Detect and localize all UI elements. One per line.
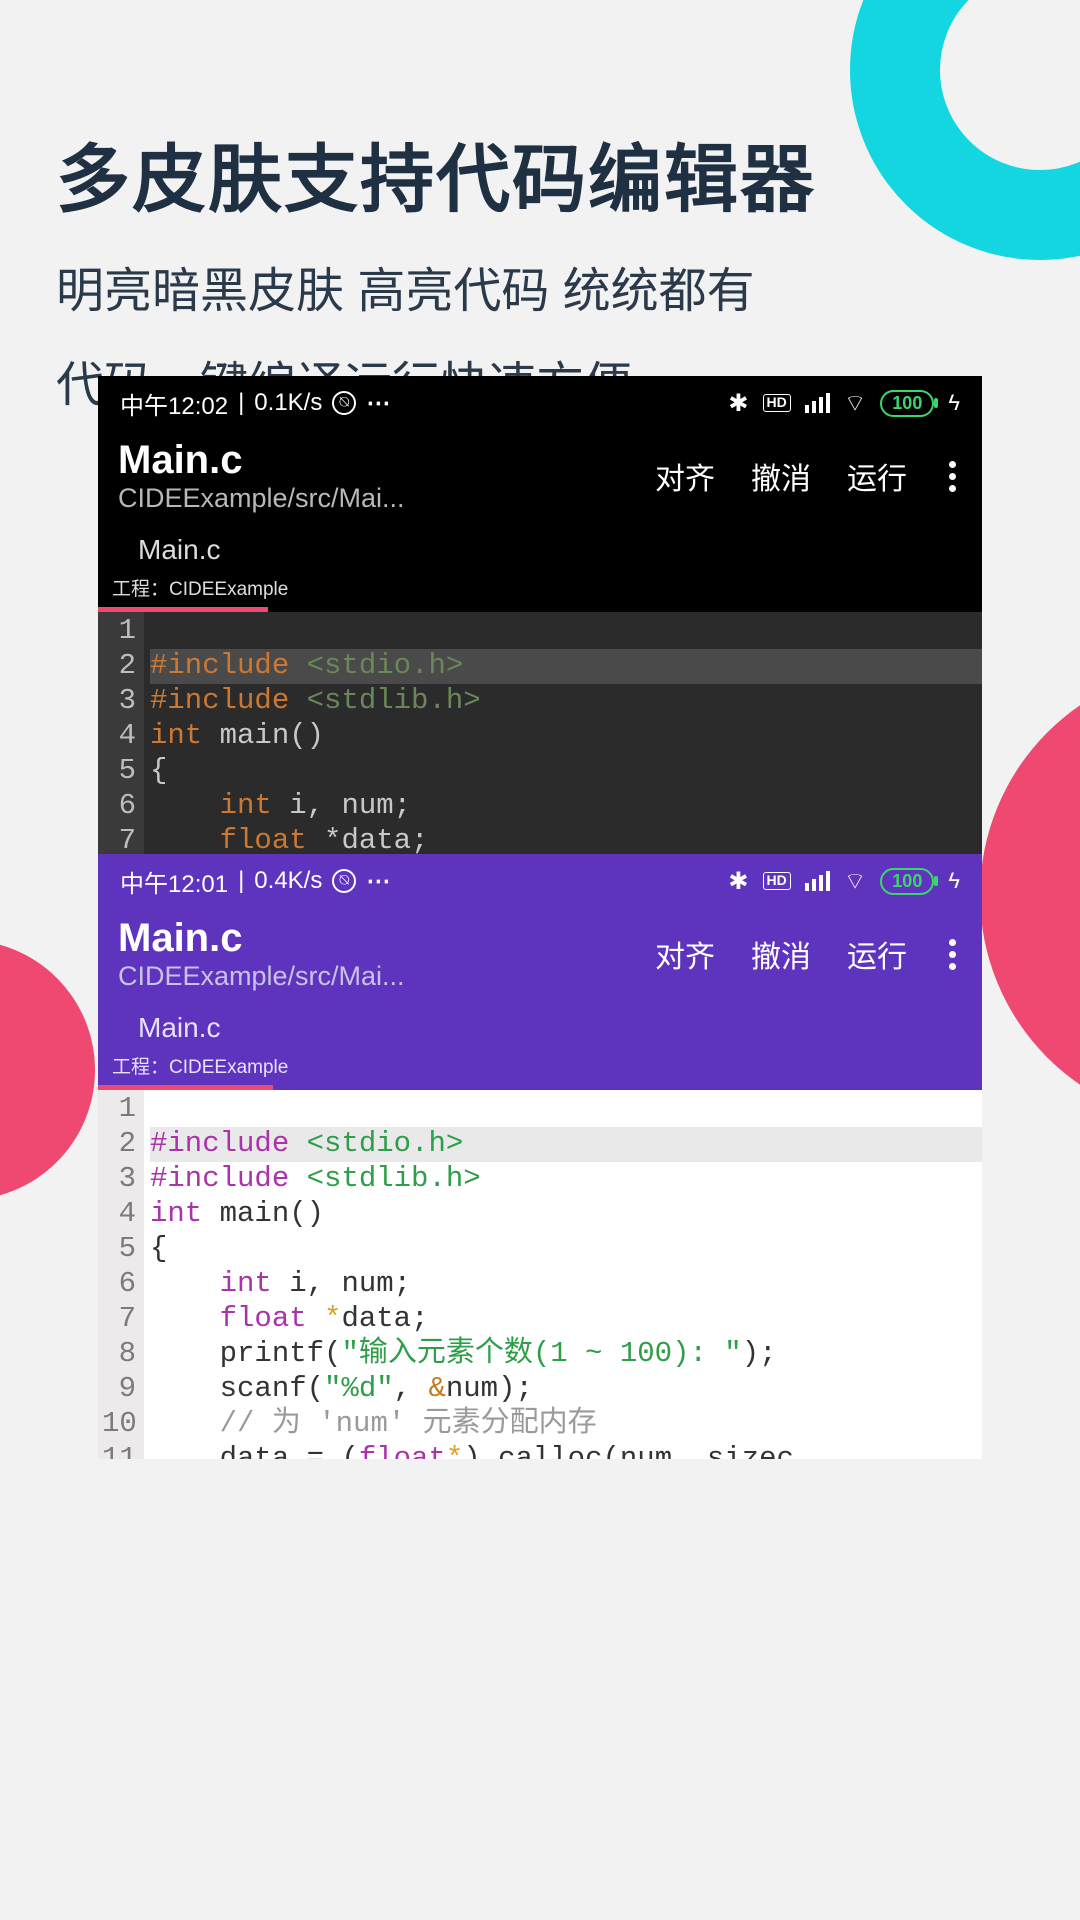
run-button[interactable]: 运行	[847, 454, 907, 498]
project-label: 工程：CIDEExample	[98, 1050, 982, 1085]
project-label: 工程：CIDEExample	[98, 572, 982, 607]
hero-title: 多皮肤支持代码编辑器	[56, 120, 1020, 227]
code-area[interactable]: #include <stdio.h>#include <stdlib.h>int…	[144, 1090, 982, 1459]
hero-line-1: 明亮暗黑皮肤 高亮代码 统统都有	[56, 251, 1020, 321]
app-bar: Main.c CIDEExample/src/Mai... 对齐 撤消 运行	[98, 908, 982, 1004]
charging-icon: ϟ	[948, 390, 960, 416]
editor-dark-theme: 中午12:02 | 0.1K/s ⍉ ⋯ ✱ HD ⌔ 100 ϟ Main.c…	[98, 376, 982, 854]
overflow-menu-icon[interactable]	[943, 461, 962, 492]
wifi-icon: ⌔	[844, 388, 867, 418]
decor-circle-pink-right	[980, 665, 1080, 1125]
status-time: 中午12:02	[120, 386, 228, 421]
align-button[interactable]: 对齐	[655, 932, 715, 976]
charging-icon: ϟ	[948, 868, 960, 894]
line-number-gutter: 123456789101112	[98, 612, 144, 854]
status-bar: 中午12:02 | 0.1K/s ⍉ ⋯ ✱ HD ⌔ 100 ϟ	[98, 376, 982, 430]
more-dots-icon: ⋯	[366, 867, 392, 896]
hd-badge: HD	[763, 394, 791, 411]
app-bar: Main.c CIDEExample/src/Mai... 对齐 撤消 运行	[98, 430, 982, 526]
hero-block: 多皮肤支持代码编辑器 明亮暗黑皮肤 高亮代码 统统都有 代码一键编译运行快速方便	[56, 120, 1020, 415]
signal-icon	[805, 393, 830, 413]
no-disturb-icon: ⍉	[332, 391, 356, 415]
signal-icon	[805, 871, 830, 891]
undo-button[interactable]: 撤消	[751, 454, 811, 498]
hd-badge: HD	[763, 872, 791, 889]
status-net-speed: 0.4K/s	[254, 867, 322, 895]
overflow-menu-icon[interactable]	[943, 939, 962, 970]
battery-indicator: 100	[880, 868, 934, 895]
file-path: CIDEExample/src/Mai...	[118, 483, 448, 514]
code-area[interactable]: #include <stdio.h>#include <stdlib.h>int…	[144, 612, 982, 854]
status-bar: 中午12:01 | 0.4K/s ⍉ ⋯ ✱ HD ⌔ 100 ϟ	[98, 854, 982, 908]
bluetooth-icon: ✱	[728, 867, 748, 896]
bluetooth-icon: ✱	[728, 389, 748, 418]
file-title: Main.c	[118, 438, 655, 483]
tab-row: Main.c 工程：CIDEExample	[98, 1004, 982, 1090]
editor-light-theme: 中午12:01 | 0.4K/s ⍉ ⋯ ✱ HD ⌔ 100 ϟ Main.c…	[98, 854, 982, 1459]
line-number-gutter: 1234567891011121314	[98, 1090, 144, 1459]
wifi-icon: ⌔	[844, 866, 867, 896]
code-editor[interactable]: 1234567891011121314 #include <stdio.h>#i…	[98, 1090, 982, 1459]
decor-circle-pink-left	[0, 940, 95, 1200]
file-path: CIDEExample/src/Mai...	[118, 961, 448, 992]
battery-indicator: 100	[880, 390, 934, 417]
code-editor[interactable]: 123456789101112 #include <stdio.h>#inclu…	[98, 612, 982, 854]
more-dots-icon: ⋯	[366, 389, 392, 418]
tab-row: Main.c 工程：CIDEExample	[98, 526, 982, 612]
tab-main-c[interactable]: Main.c	[98, 530, 244, 572]
tab-main-c[interactable]: Main.c	[98, 1008, 244, 1050]
status-net-speed: 0.1K/s	[254, 389, 322, 417]
align-button[interactable]: 对齐	[655, 454, 715, 498]
undo-button[interactable]: 撤消	[751, 932, 811, 976]
run-button[interactable]: 运行	[847, 932, 907, 976]
no-disturb-icon: ⍉	[332, 869, 356, 893]
file-title: Main.c	[118, 916, 655, 961]
status-time: 中午12:01	[120, 864, 228, 899]
